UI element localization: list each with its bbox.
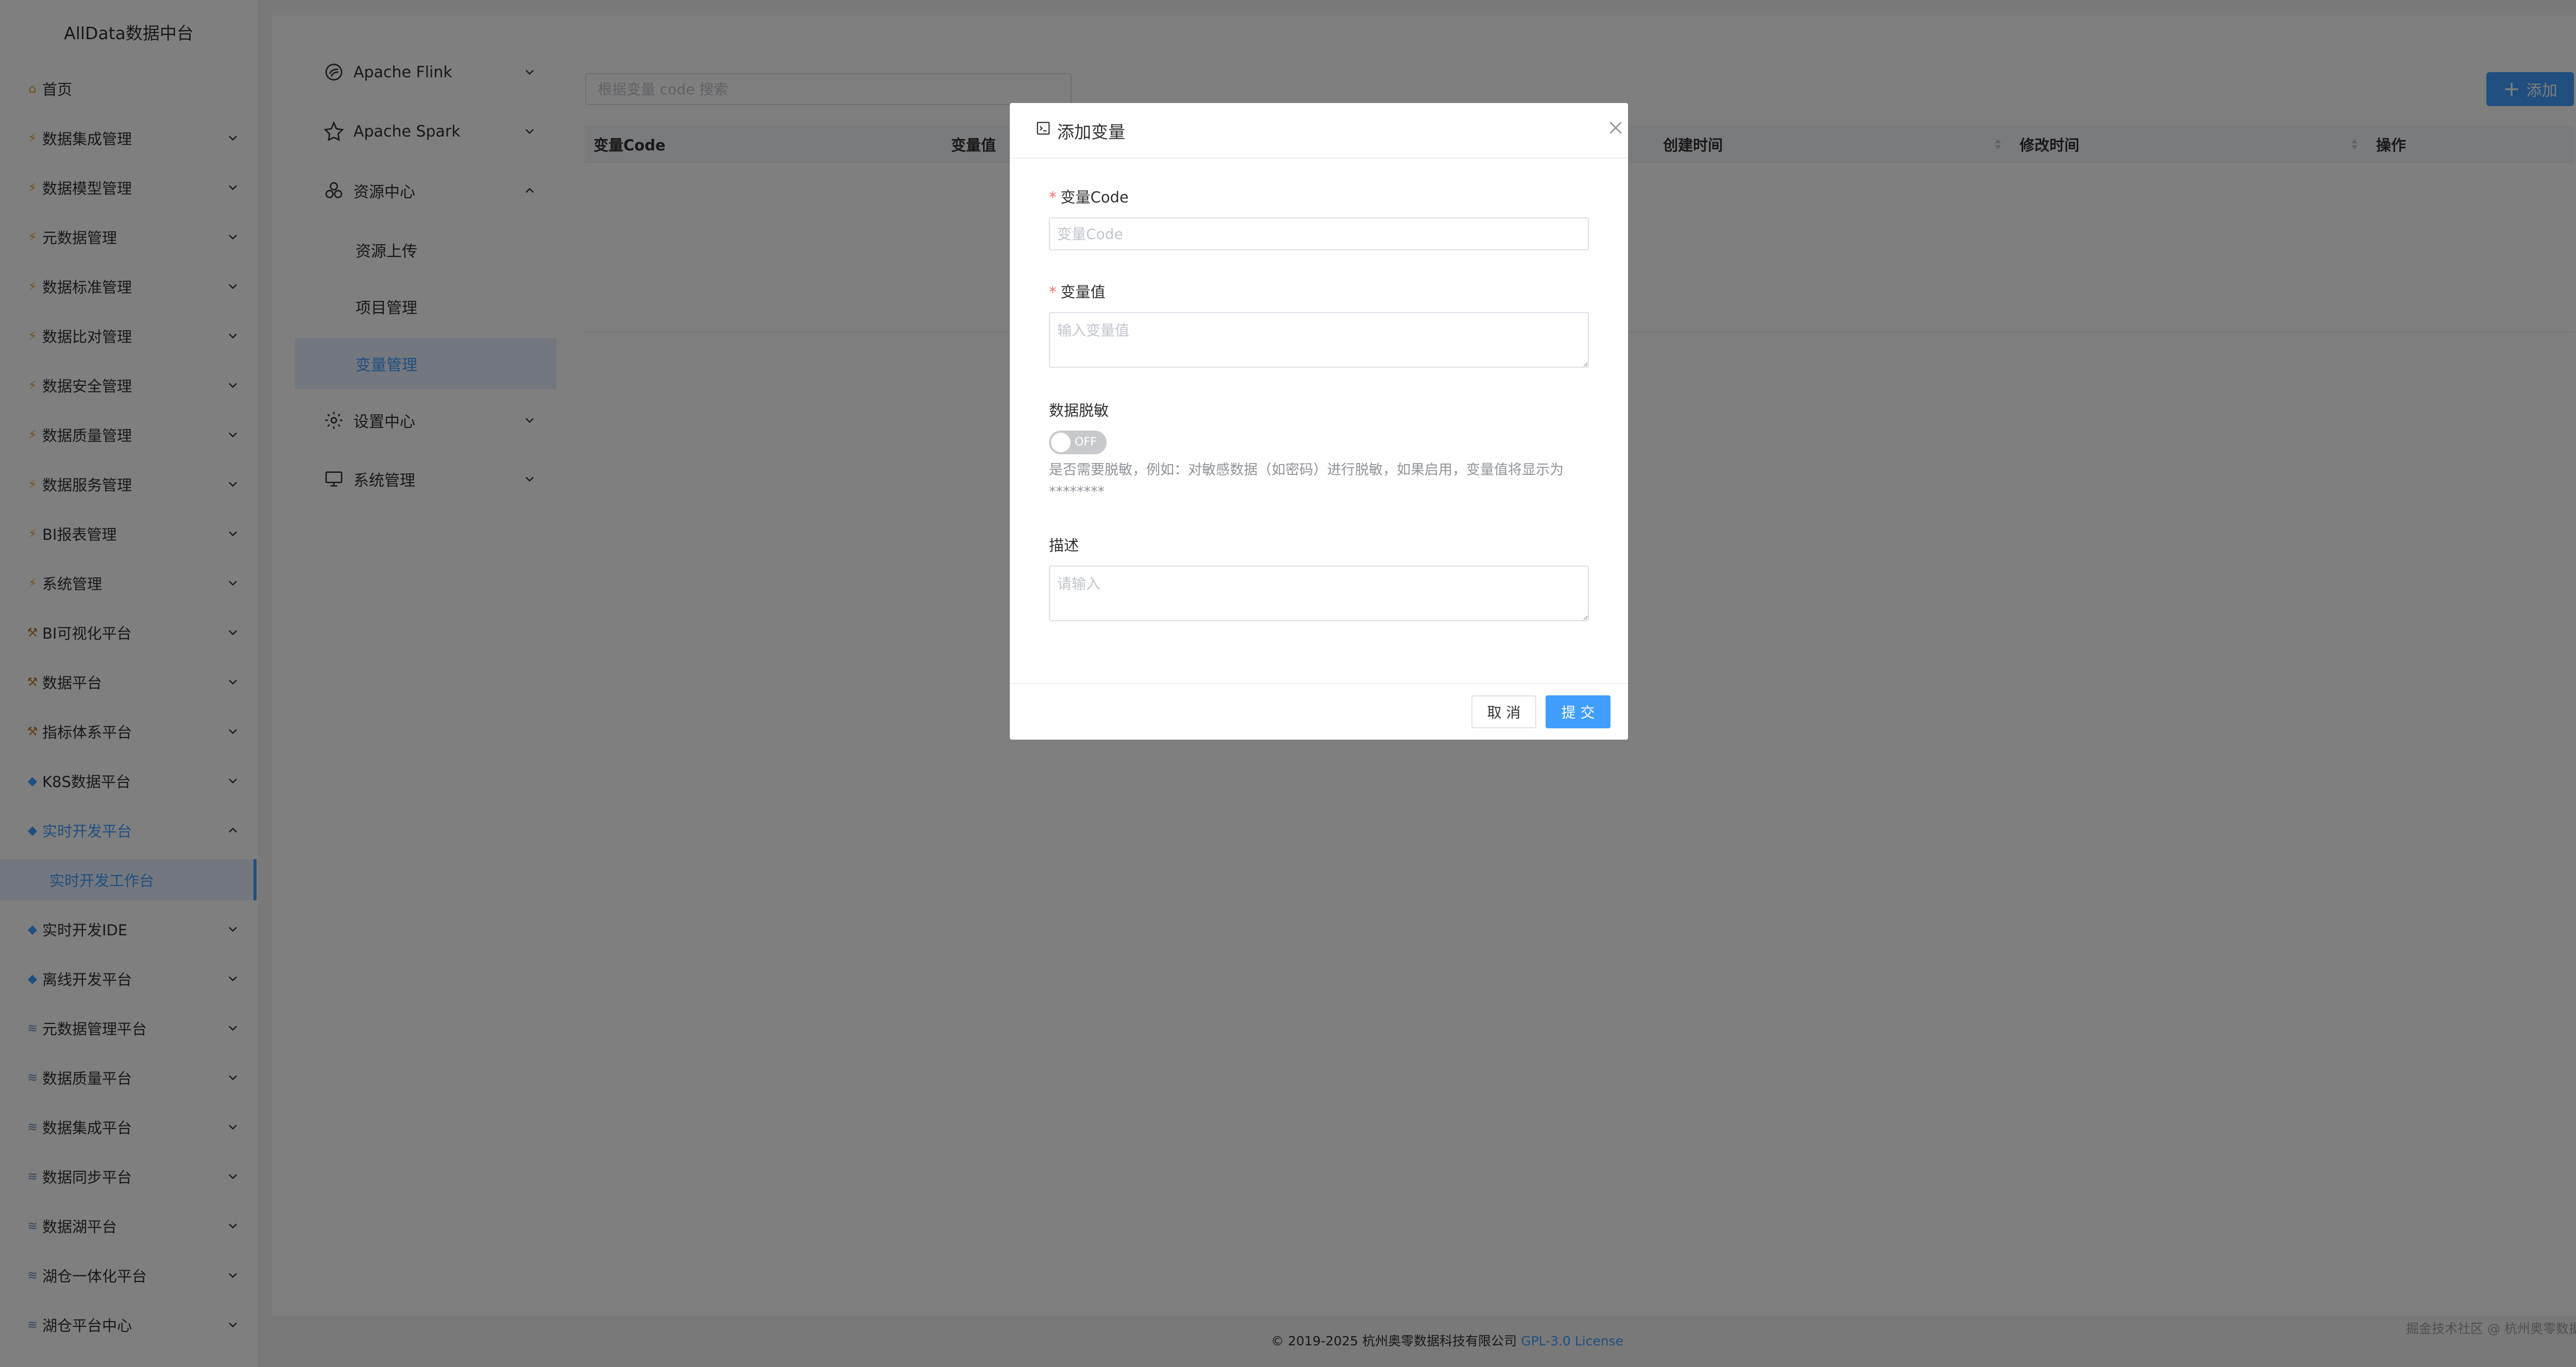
terminal-icon — [1036, 121, 1051, 136]
data-mask-toggle[interactable]: OFF — [1049, 431, 1107, 454]
variable-code-input[interactable] — [1049, 217, 1589, 250]
toggle-knob — [1051, 433, 1071, 452]
code-label: * 变量Code — [1049, 189, 1129, 206]
data-mask-label: 数据脱敏 — [1049, 402, 1109, 419]
description-input[interactable] — [1049, 566, 1589, 621]
variable-value-input[interactable] — [1049, 312, 1589, 368]
close-icon[interactable] — [1606, 118, 1625, 137]
toggle-state-text: OFF — [1075, 436, 1097, 449]
dialog-footer: 取 消 提 交 — [1010, 683, 1628, 740]
dialog-header: 添加变量 — [1010, 103, 1628, 159]
data-mask-help-text: 是否需要脱敏，例如：对敏感数据（如密码）进行脱敏，如果启用，变量值将显示为***… — [1049, 462, 1564, 500]
cancel-button[interactable]: 取 消 — [1471, 695, 1536, 728]
required-mark: * — [1049, 283, 1057, 301]
add-variable-dialog: 添加变量 *变量Code *变量值 数据脱敏 OFF 是否需要脱敏，例如：对敏感… — [1010, 103, 1628, 740]
description-label: 描述 — [1049, 537, 1079, 554]
required-mark: * — [1049, 189, 1057, 206]
dialog-title: 添加变量 — [1057, 122, 1125, 142]
submit-button[interactable]: 提 交 — [1546, 695, 1611, 728]
value-label: * 变量值 — [1049, 283, 1106, 301]
